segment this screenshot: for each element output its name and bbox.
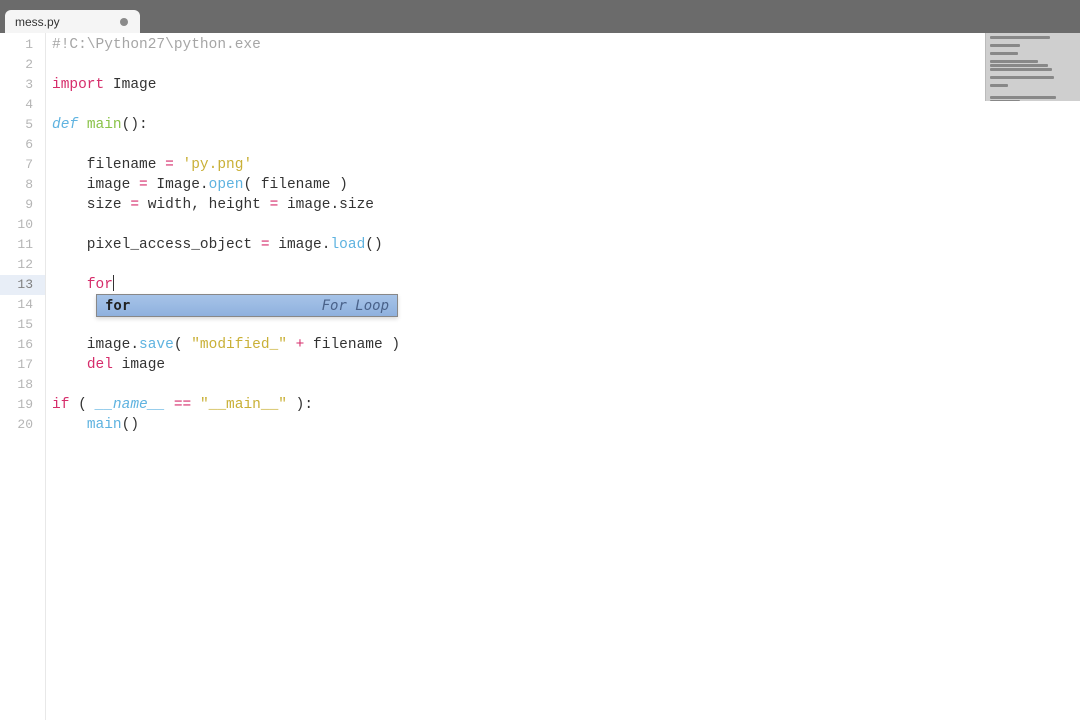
- tab-bar: mess.py: [0, 6, 1080, 33]
- line-number: 17: [0, 355, 45, 375]
- minimap-line: [990, 60, 1038, 63]
- code-line[interactable]: for: [52, 275, 1080, 295]
- line-number: 13: [0, 275, 45, 295]
- minimap-line: [990, 36, 1050, 39]
- line-number: 7: [0, 155, 45, 175]
- line-number: 14: [0, 295, 45, 315]
- code-line[interactable]: filename = 'py.png': [52, 155, 1080, 175]
- code-line[interactable]: [52, 295, 1080, 315]
- line-number: 3: [0, 75, 45, 95]
- line-number: 2: [0, 55, 45, 75]
- minimap-line: [990, 84, 1008, 87]
- code-line[interactable]: [52, 55, 1080, 75]
- dirty-indicator-icon: [120, 18, 128, 26]
- minimap-line: [990, 96, 1056, 99]
- line-number: 16: [0, 335, 45, 355]
- tab-filename: mess.py: [15, 15, 60, 29]
- code-line[interactable]: image.save( "modified_" + filename ): [52, 335, 1080, 355]
- line-number: 11: [0, 235, 45, 255]
- code-line[interactable]: [52, 95, 1080, 115]
- code-line[interactable]: def main():: [52, 115, 1080, 135]
- text-cursor: [113, 275, 114, 291]
- line-number: 10: [0, 215, 45, 235]
- line-number: 12: [0, 255, 45, 275]
- line-number: 18: [0, 375, 45, 395]
- code-line[interactable]: [52, 315, 1080, 335]
- code-line[interactable]: pixel_access_object = image.load(): [52, 235, 1080, 255]
- file-tab[interactable]: mess.py: [5, 10, 140, 33]
- code-line[interactable]: if ( __name__ == "__main__" ):: [52, 395, 1080, 415]
- line-number: 15: [0, 315, 45, 335]
- code-line[interactable]: import Image: [52, 75, 1080, 95]
- line-number: 4: [0, 95, 45, 115]
- code-line[interactable]: [52, 215, 1080, 235]
- line-number: 19: [0, 395, 45, 415]
- line-number: 5: [0, 115, 45, 135]
- line-number: 9: [0, 195, 45, 215]
- code-line[interactable]: main(): [52, 415, 1080, 435]
- line-number: 8: [0, 175, 45, 195]
- minimap[interactable]: [985, 33, 1080, 101]
- code-area[interactable]: forFor Loop #!C:\Python27\python.exeimpo…: [46, 33, 1080, 720]
- minimap-line: [990, 100, 1020, 101]
- line-number: 20: [0, 415, 45, 435]
- minimap-line: [990, 52, 1018, 55]
- code-line[interactable]: [52, 135, 1080, 155]
- code-line[interactable]: image = Image.open( filename ): [52, 175, 1080, 195]
- minimap-line: [990, 64, 1048, 67]
- code-line[interactable]: del image: [52, 355, 1080, 375]
- editor: 1234567891011121314151617181920 forFor L…: [0, 33, 1080, 720]
- code-line[interactable]: #!C:\Python27\python.exe: [52, 35, 1080, 55]
- code-line[interactable]: [52, 255, 1080, 275]
- minimap-line: [990, 68, 1052, 71]
- line-number: 1: [0, 35, 45, 55]
- line-number-gutter: 1234567891011121314151617181920: [0, 33, 46, 720]
- line-number: 6: [0, 135, 45, 155]
- minimap-line: [990, 44, 1020, 47]
- code-line[interactable]: [52, 375, 1080, 395]
- minimap-line: [990, 76, 1054, 79]
- code-line[interactable]: size = width, height = image.size: [52, 195, 1080, 215]
